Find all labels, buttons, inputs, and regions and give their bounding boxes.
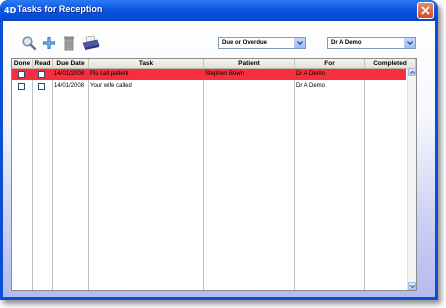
done-checkbox[interactable] — [18, 71, 25, 78]
read-checkbox[interactable] — [38, 71, 45, 78]
chevron-up-icon — [410, 71, 415, 74]
column-divider — [52, 68, 53, 290]
user-select[interactable]: Dr A Demo — [327, 37, 416, 49]
search-button[interactable] — [21, 35, 37, 51]
app-logo-icon: 4D — [4, 6, 17, 15]
due-date-cell: 14/01/2008 — [54, 71, 85, 77]
completed-cell — [365, 81, 406, 92]
user-dropdown-button[interactable] — [404, 38, 415, 48]
column-divider — [32, 68, 33, 290]
vertical-scrollbar[interactable] — [407, 68, 416, 290]
due-date-cell: 14/01/2008 — [54, 83, 85, 89]
window-title: Tasks for Reception — [17, 4, 103, 14]
tasks-table[interactable]: Done Read Due Date Task Patient For Comp… — [11, 58, 417, 291]
column-header-due-date[interactable]: Due Date — [53, 59, 89, 68]
scroll-down-button[interactable] — [408, 282, 416, 290]
column-divider — [364, 68, 365, 290]
title-bar[interactable]: 4D Tasks for Reception — [0, 0, 438, 21]
column-header-completed[interactable]: Completed — [365, 59, 416, 68]
completed-cell — [365, 69, 406, 80]
filter-select[interactable]: Due or Overdue — [218, 37, 306, 49]
table-header: Done Read Due Date Task Patient For Comp… — [12, 59, 416, 69]
close-icon — [421, 6, 430, 15]
add-icon — [43, 37, 55, 49]
chevron-down-icon — [410, 285, 415, 288]
done-checkbox[interactable] — [18, 83, 25, 90]
task-cell: Pls call patient — [90, 71, 129, 77]
table-row[interactable]: 14/01/2008 Pls call patient Stephen Bown… — [12, 69, 406, 80]
add-task-button[interactable] — [41, 35, 57, 51]
read-checkbox[interactable] — [38, 83, 45, 90]
tasks-window: 4D Tasks for Reception Due or Overdue Dr… — [0, 0, 438, 300]
print-icon — [82, 35, 100, 50]
trash-icon — [64, 36, 74, 51]
for-cell: Dr A Demo — [296, 71, 326, 77]
window-content: Due or Overdue Dr A Demo Done Read Due D… — [3, 21, 435, 297]
table-row[interactable]: 14/01/2008 Your wife called Dr A Demo — [12, 81, 406, 92]
chevron-down-icon — [407, 41, 413, 45]
for-cell: Dr A Demo — [296, 83, 326, 89]
column-divider — [88, 68, 89, 290]
column-header-for[interactable]: For — [295, 59, 365, 68]
print-button[interactable] — [82, 35, 100, 51]
filter-select-value: Due or Overdue — [222, 40, 268, 46]
chevron-down-icon — [297, 41, 303, 45]
column-header-task[interactable]: Task — [89, 59, 204, 68]
column-divider — [294, 68, 295, 290]
patient-cell: Stephen Bown — [205, 71, 245, 77]
close-button[interactable] — [417, 2, 434, 19]
user-select-value: Dr A Demo — [331, 40, 362, 46]
filter-dropdown-button[interactable] — [294, 38, 305, 48]
task-cell: Your wife called — [90, 83, 132, 89]
column-divider — [203, 68, 204, 290]
column-header-patient[interactable]: Patient — [204, 59, 295, 68]
search-icon — [22, 36, 37, 51]
patient-cell — [204, 81, 294, 92]
scroll-up-button[interactable] — [408, 68, 416, 76]
delete-button[interactable] — [61, 35, 77, 51]
column-header-done[interactable]: Done — [12, 59, 33, 68]
column-header-read[interactable]: Read — [33, 59, 53, 68]
